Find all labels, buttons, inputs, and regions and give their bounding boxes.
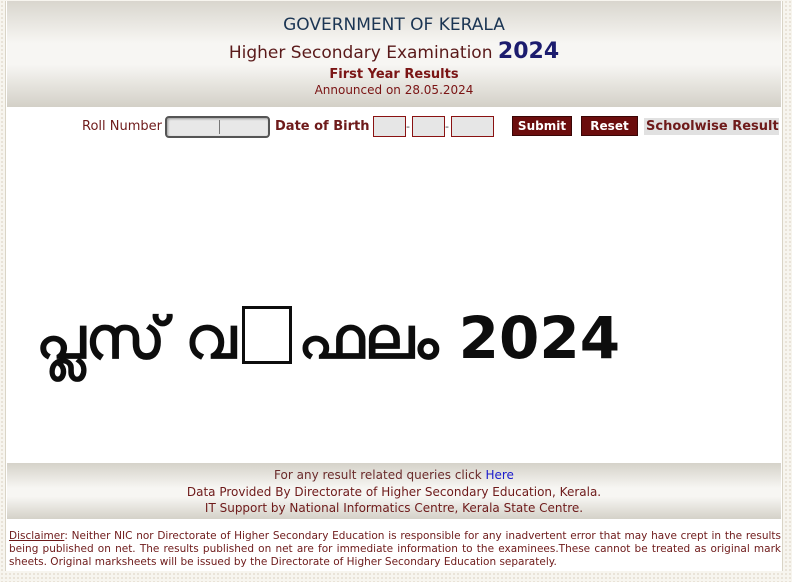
result-search-form: Roll Number Date of Birth - - Submit Res… xyxy=(6,115,782,139)
banner-text-part2: ഫലം 2024 xyxy=(298,304,621,372)
it-support-text: IT Support by National Informatics Centr… xyxy=(204,501,584,515)
exam-year: 2024 xyxy=(497,39,560,64)
text-cursor xyxy=(219,120,220,134)
roll-number-input[interactable] xyxy=(165,116,270,138)
banner-text-part1: പ്ലസ് വ xyxy=(36,304,237,372)
disclaimer-label: Disclaimer xyxy=(9,530,65,542)
results-footer: For any result related queries click Her… xyxy=(7,463,781,519)
dob-separator: - xyxy=(445,120,449,133)
queries-text: For any result related queries click xyxy=(274,468,482,482)
exam-title: Higher Secondary Examination 2024 xyxy=(7,39,781,64)
government-title: GOVERNMENT OF KERALA xyxy=(283,15,505,35)
exam-title-text: Higher Secondary Examination xyxy=(228,43,493,63)
dob-year-input[interactable] xyxy=(451,116,494,137)
announced-date: Announced on 28.05.2024 xyxy=(314,83,474,97)
roll-number-label: Roll Number xyxy=(82,119,162,134)
page-container: GOVERNMENT OF KERALA Higher Secondary Ex… xyxy=(5,1,783,571)
disclaimer: Disclaimer: Neither NIC nor Directorate … xyxy=(9,530,781,569)
reset-button[interactable]: Reset xyxy=(581,116,638,136)
queries-line: For any result related queries click Her… xyxy=(7,467,781,483)
missing-glyph-box xyxy=(242,306,293,364)
results-header: GOVERNMENT OF KERALA Higher Secondary Ex… xyxy=(7,1,781,107)
dob-day-input[interactable] xyxy=(373,116,406,137)
data-provider-text: Data Provided By Directorate of Higher S… xyxy=(186,485,602,499)
results-type-label: First Year Results xyxy=(329,67,459,82)
dob-separator: - xyxy=(406,120,410,133)
date-of-birth-label: Date of Birth xyxy=(275,119,370,134)
schoolwise-result-button[interactable]: Schoolwise Result xyxy=(644,118,779,135)
queries-here-link[interactable]: Here xyxy=(485,468,513,482)
results-banner: പ്ലസ് വ ഫലം 2024 xyxy=(36,303,766,373)
dob-month-input[interactable] xyxy=(412,116,445,137)
disclaimer-text: : Neither NIC nor Directorate of Higher … xyxy=(9,530,781,568)
submit-button[interactable]: Submit xyxy=(512,116,572,136)
